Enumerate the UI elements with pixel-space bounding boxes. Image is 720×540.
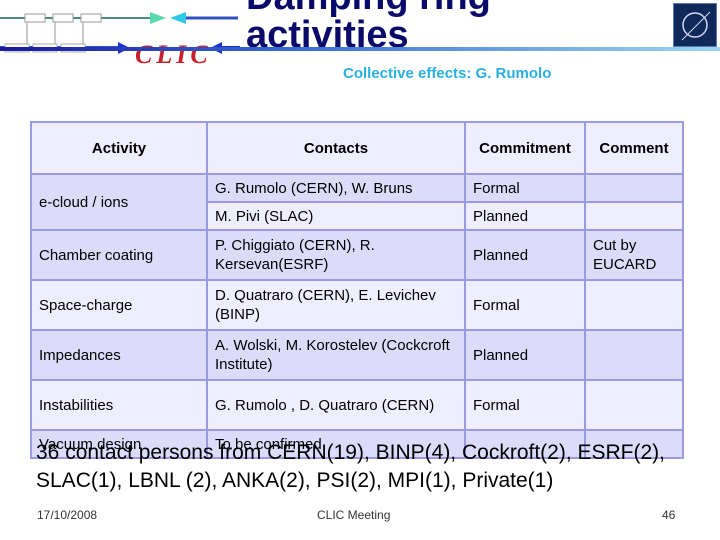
footer-title: CLIC Meeting [317, 508, 391, 522]
cell-comment [584, 279, 684, 331]
table-header-row: Activity Contacts Commitment Comment [30, 121, 684, 175]
table-row: Space-charge D. Quatraro (CERN), E. Levi… [30, 279, 684, 331]
table-row: e-cloud / ions G. Rumolo (CERN), W. Brun… [30, 173, 684, 231]
summary-text: 36 contact persons from CERN(19), BINP(4… [36, 441, 666, 492]
clic-logo-text: CLIC [135, 40, 212, 69]
cell-comment [584, 379, 684, 431]
cell-activity: Impedances [30, 329, 208, 381]
page-number: 46 [662, 508, 676, 522]
cell-comment [584, 173, 684, 203]
cell-activity: Instabilities [30, 379, 208, 431]
cell-activity: Space-charge [30, 279, 208, 331]
table-row: Impedances A. Wolski, M. Korostelev (Coc… [30, 329, 684, 381]
cell-contact: G. Rumolo , D. Quatraro (CERN) [206, 379, 466, 431]
cell-comment [584, 201, 684, 231]
cell-activity: Chamber coating [30, 229, 208, 281]
table-row: Chamber coating P. Chiggiato (CERN), R. … [30, 229, 684, 281]
cell-commitment: Formal [464, 173, 586, 203]
cell-commitment: Formal [464, 279, 586, 331]
subtitle: Collective effects: G. Rumolo [343, 65, 552, 82]
header-commitment: Commitment [464, 121, 586, 175]
cern-logo-icon [673, 3, 717, 47]
cell-contact: D. Quatraro (CERN), E. Levichev (BINP) [206, 279, 466, 331]
page-title: Damping ring activities [246, 0, 491, 54]
cell-activity: e-cloud / ions [30, 173, 208, 231]
header-contacts: Contacts [206, 121, 466, 175]
activity-table: Activity Contacts Commitment Comment e-c… [30, 121, 684, 459]
table-row: Instabilities G. Rumolo , D. Quatraro (C… [30, 379, 684, 431]
header-comment: Comment [584, 121, 684, 175]
cell-commitment: Planned [464, 329, 586, 381]
cell-contact: P. Chiggiato (CERN), R. Kersevan(ESRF) [206, 229, 466, 281]
cell-contact: A. Wolski, M. Korostelev (Cockcroft Inst… [206, 329, 466, 381]
title-divider [0, 47, 720, 51]
header-activity: Activity [30, 121, 208, 175]
cell-comment [584, 329, 684, 381]
cell-commitment: Formal [464, 379, 586, 431]
cell-contact: M. Pivi (SLAC) [206, 201, 466, 231]
cell-contact: G. Rumolo (CERN), W. Bruns [206, 173, 466, 203]
footer-date: 17/10/2008 [37, 508, 98, 522]
cell-commitment: Planned [464, 229, 586, 281]
cell-commitment: Planned [464, 201, 586, 231]
cell-comment: Cut by EUCARD [584, 229, 684, 281]
